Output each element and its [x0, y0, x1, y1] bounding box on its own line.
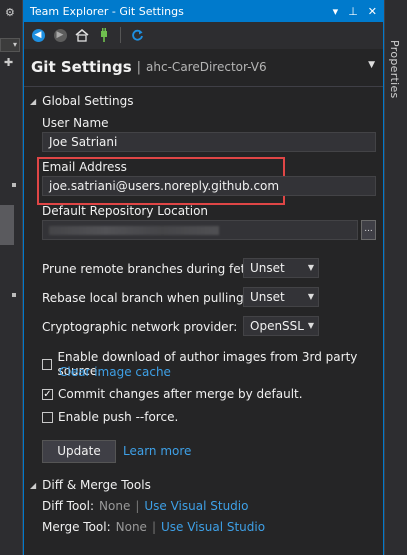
divider: | — [151, 520, 156, 534]
window-titlebar: Team Explorer - Git Settings ▾ ⊥ ✕ — [24, 0, 383, 22]
repository-name[interactable]: ahc-CareDirector-V6 — [146, 60, 267, 74]
rebase-value: Unset — [250, 290, 285, 304]
update-button[interactable]: Update — [42, 440, 116, 463]
learn-more-link[interactable]: Learn more — [123, 444, 191, 458]
collapse-triangle-icon[interactable]: ◢ — [30, 97, 36, 106]
user-name-field[interactable]: Joe Satriani — [42, 132, 376, 152]
push-force-label: Enable push --force. — [58, 410, 179, 424]
prune-select[interactable]: Unset ▼ — [243, 258, 319, 278]
repo-location-label: Default Repository Location — [42, 204, 209, 218]
scroll-marker — [12, 183, 16, 187]
page-title-separator: | — [136, 59, 142, 75]
merge-use-vs-link[interactable]: Use Visual Studio — [161, 520, 265, 534]
user-name-label: User Name — [42, 116, 109, 130]
email-field[interactable]: joe.satriani@users.noreply.github.com — [42, 176, 376, 196]
window-title: Team Explorer - Git Settings — [30, 4, 184, 18]
chevron-down-icon: ▼ — [307, 263, 314, 272]
diff-tool-value: None — [99, 499, 131, 513]
push-force-checkbox[interactable] — [42, 411, 53, 423]
home-icon[interactable] — [74, 27, 90, 43]
repo-location-field[interactable] — [42, 220, 358, 240]
toolbar-separator — [120, 27, 121, 43]
rebase-select[interactable]: Unset ▼ — [243, 287, 319, 307]
team-explorer-panel: Team Explorer - Git Settings ▾ ⊥ ✕ ◀ ▶ G… — [23, 0, 384, 555]
forward-icon[interactable]: ▶ — [52, 27, 68, 43]
crypto-select[interactable]: OpenSSL ▼ — [243, 316, 319, 336]
left-dropdown[interactable]: ▾ — [0, 38, 20, 52]
global-settings-title: Global Settings — [42, 94, 134, 108]
diff-use-vs-link[interactable]: Use Visual Studio — [144, 499, 248, 513]
blurred-path — [49, 226, 219, 235]
clear-image-cache-link[interactable]: Clear image cache — [59, 365, 171, 379]
prune-value: Unset — [250, 261, 285, 275]
page-title: Git Settings — [31, 58, 132, 76]
left-tool-strip: ⚙ ▾ ✚ — [0, 0, 23, 555]
properties-tab[interactable]: Properties — [388, 40, 401, 99]
chevron-down-icon: ▼ — [307, 321, 314, 330]
close-window-button[interactable]: ✕ — [368, 5, 377, 18]
diff-tool-label: Diff Tool: — [42, 499, 95, 513]
divider: | — [135, 499, 140, 513]
diff-merge-header[interactable]: ◢ Diff & Merge Tools — [30, 478, 151, 492]
merge-tool-label: Merge Tool: — [42, 520, 111, 534]
left-scrollbar[interactable] — [0, 205, 14, 245]
pin-window-button[interactable]: ⊥ — [348, 5, 358, 18]
crypto-label: Cryptographic network provider: — [42, 320, 238, 334]
prune-label: Prune remote branches during fetch: — [42, 262, 264, 276]
right-tool-strip: Properties — [384, 0, 407, 555]
crypto-value: OpenSSL — [250, 319, 304, 333]
gear-icon[interactable]: ⚙ — [5, 6, 15, 19]
page-header: Git Settings | ahc-CareDirector-V6 ▼ — [24, 49, 383, 85]
merge-tool-value: None — [115, 520, 147, 534]
settings-content: ◢ Global Settings User Name Joe Satriani… — [24, 86, 383, 555]
connect-icon[interactable] — [96, 27, 112, 43]
author-images-checkbox[interactable] — [42, 358, 53, 370]
diff-tool-row: Diff Tool: None | Use Visual Studio — [42, 499, 248, 513]
page-menu-chevron-icon[interactable]: ▼ — [368, 60, 375, 70]
email-label: Email Address — [42, 160, 127, 174]
browse-button[interactable]: ... — [361, 220, 376, 240]
pin-icon[interactable]: ✚ — [4, 56, 13, 69]
commit-merge-option[interactable]: ✓ Commit changes after merge by default. — [42, 387, 303, 401]
commit-merge-checkbox[interactable]: ✓ — [42, 388, 53, 400]
refresh-icon[interactable] — [129, 27, 145, 43]
toolbar: ◀ ▶ — [24, 22, 383, 49]
back-icon[interactable]: ◀ — [30, 27, 46, 43]
diff-merge-title: Diff & Merge Tools — [42, 478, 151, 492]
rebase-label: Rebase local branch when pulling: — [42, 291, 248, 305]
merge-tool-row: Merge Tool: None | Use Visual Studio — [42, 520, 265, 534]
push-force-option[interactable]: Enable push --force. — [42, 410, 178, 424]
chevron-down-icon: ▼ — [307, 292, 314, 301]
window-menu-button[interactable]: ▾ — [333, 5, 339, 18]
scroll-marker — [12, 293, 16, 297]
commit-merge-label: Commit changes after merge by default. — [58, 387, 303, 401]
collapse-triangle-icon[interactable]: ◢ — [30, 481, 36, 490]
global-settings-header[interactable]: ◢ Global Settings — [30, 94, 133, 108]
